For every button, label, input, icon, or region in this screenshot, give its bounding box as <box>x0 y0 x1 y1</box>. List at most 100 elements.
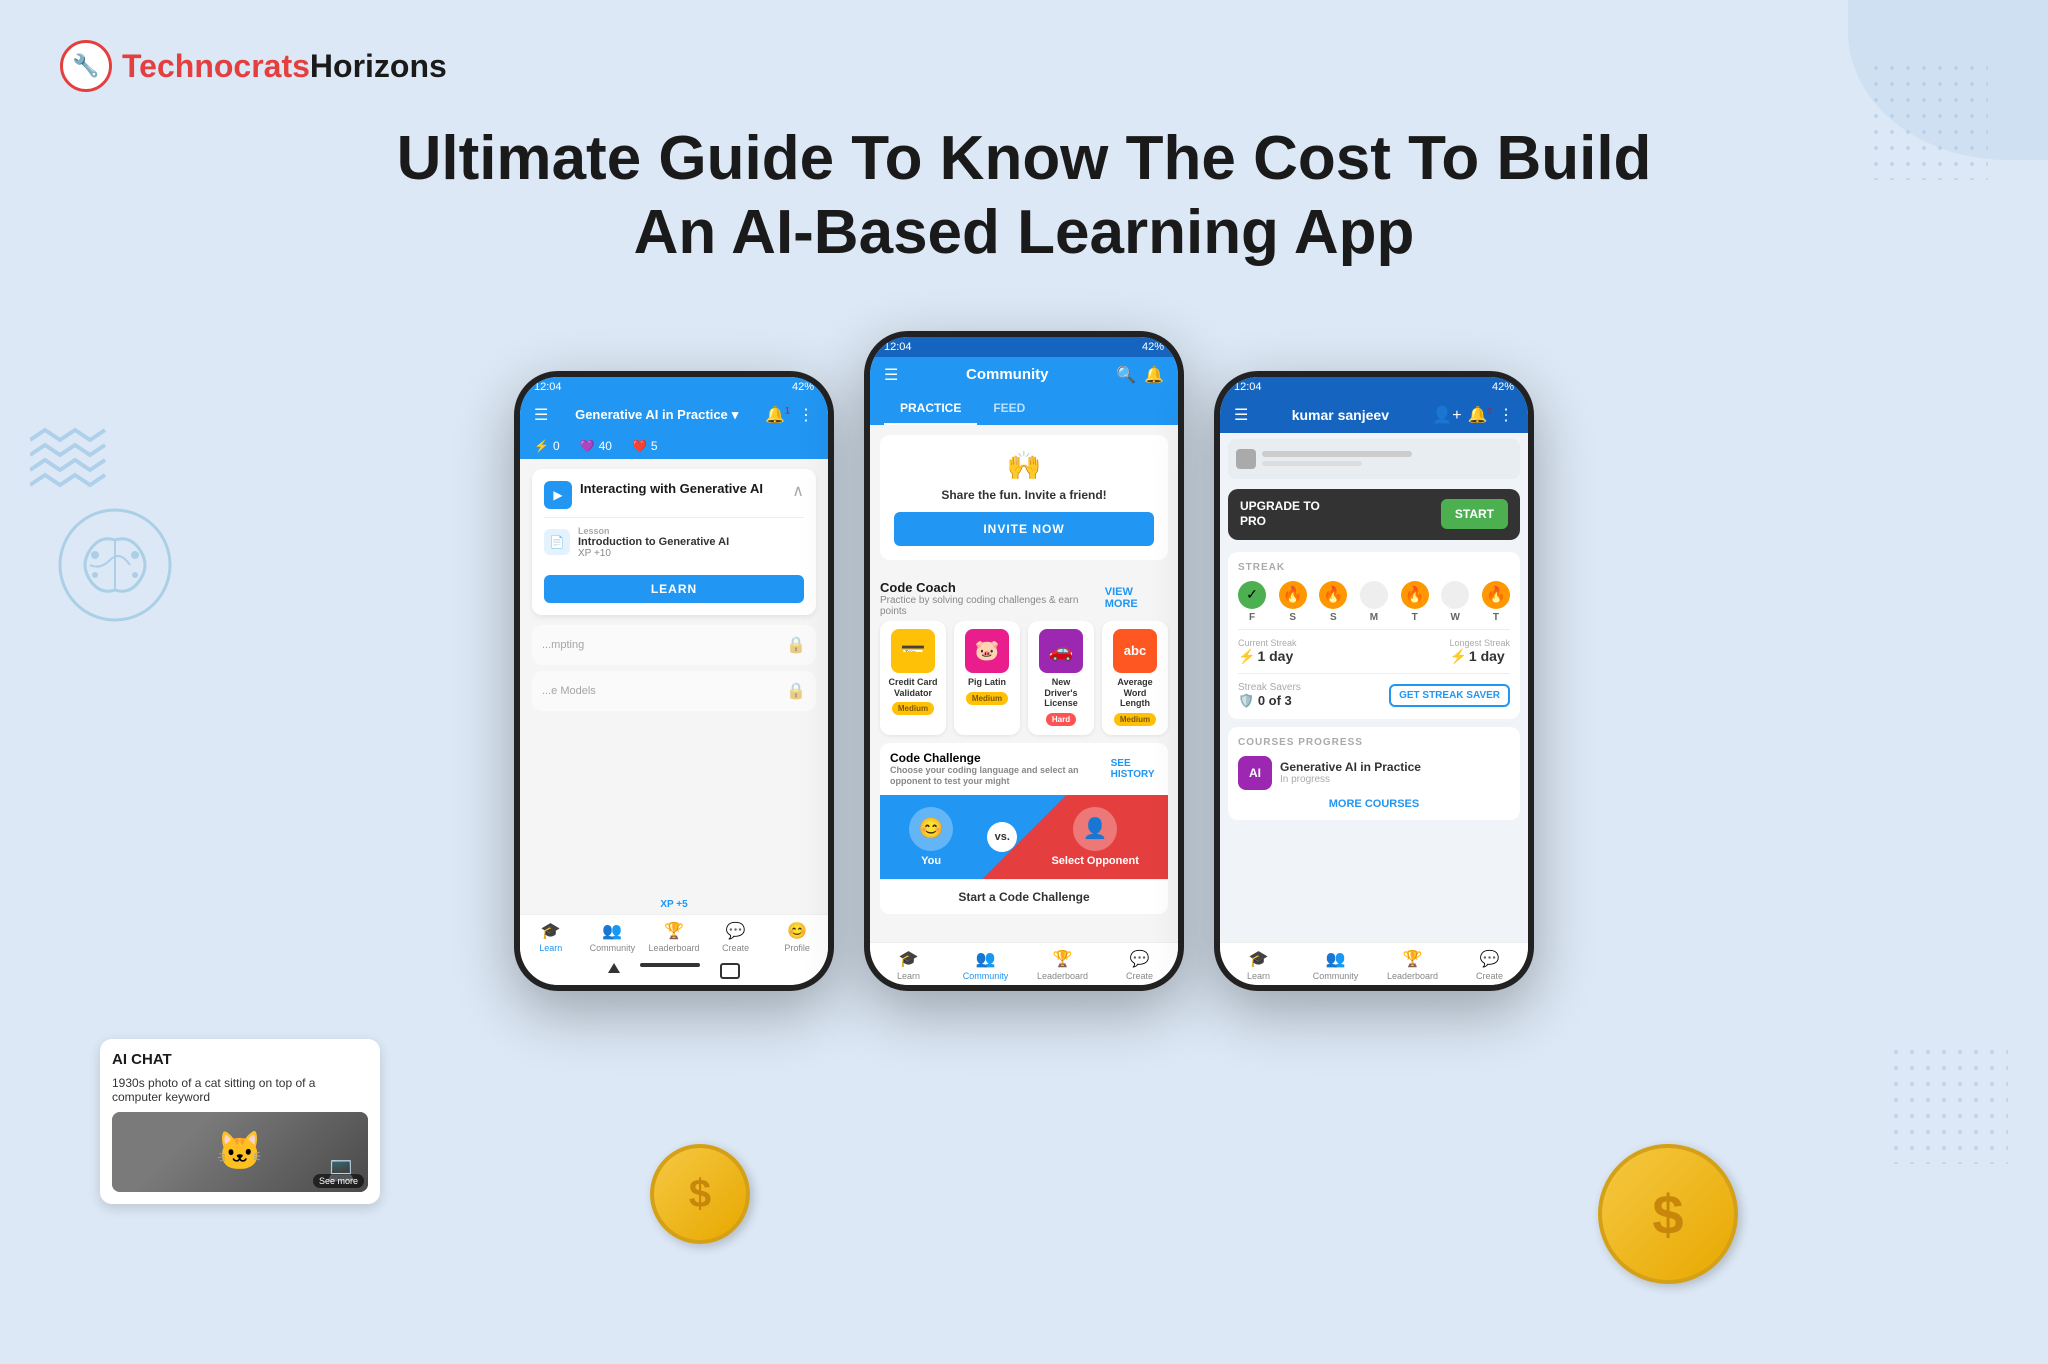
streak-label: STREAK <box>1238 562 1510 573</box>
start-challenge-btn[interactable]: Start a Code Challenge <box>880 879 1168 914</box>
view-more-link[interactable]: VIEW MORE <box>1105 586 1168 610</box>
nav-learn-2[interactable]: 🎓 Learn <box>870 949 947 981</box>
logo-text: TechnocratsHorizons <box>122 48 447 85</box>
streak-day-f: ✓ F <box>1238 581 1266 623</box>
nav-community-2[interactable]: 👥 Community <box>947 949 1024 981</box>
play-btn[interactable]: ▶ <box>544 481 572 509</box>
recents-btn[interactable] <box>720 963 740 979</box>
courses-label: COURSES PROGRESS <box>1238 737 1510 748</box>
p2-tabs: PRACTICE FEED <box>870 393 1178 425</box>
learn-icon-2: 🎓 <box>899 949 919 969</box>
player-you-avatar: 😊 <box>909 807 953 851</box>
create-icon-2: 💬 <box>1130 949 1150 969</box>
more-courses-link[interactable]: MORE COURSES <box>1238 790 1510 810</box>
community-icon-2: 👥 <box>976 949 996 969</box>
nav-leaderboard[interactable]: 🏆 Leaderboard <box>643 921 705 953</box>
bell-icon[interactable]: 🔔1 <box>765 405 790 425</box>
nav-profile[interactable]: 😊 Profile <box>766 921 828 953</box>
start-upgrade-btn[interactable]: START <box>1441 499 1508 529</box>
logo-wrap: 🔧 TechnocratsHorizons <box>60 40 447 92</box>
title-line1: Ultimate Guide To Know The Cost To Build <box>140 122 1908 196</box>
nav-create-2[interactable]: 💬 Create <box>1101 949 1178 981</box>
challenge-credit-card[interactable]: 💳 Credit Card Validator Medium <box>880 621 946 735</box>
tab-feed[interactable]: FEED <box>977 393 1041 425</box>
see-history-link[interactable]: SEE HISTORY <box>1111 758 1158 780</box>
trophy-icon-2: 🏆 <box>1053 949 1073 969</box>
phone-2-screen: 12:04 42% ☰ Community 🔍 🔔 PRACTICE FEED <box>870 337 1178 985</box>
phone-1-screen: 12:04 42% ☰ Generative AI in Practice ▾ … <box>520 377 828 985</box>
create-icon: 💬 <box>726 921 746 941</box>
versus-card: 😊 You vs. 👤 Select Opponent <box>880 795 1168 879</box>
menu-icon-2[interactable]: ☰ <box>884 365 898 385</box>
dropdown-icon[interactable]: ▾ <box>732 407 739 423</box>
streak-circle-s2: 🔥 <box>1319 581 1347 609</box>
p3-username: kumar sanjeev <box>1292 407 1389 423</box>
menu-icon[interactable]: ☰ <box>534 405 548 425</box>
p2-content: 🙌 Share the fun. Invite a friend! INVITE… <box>870 425 1178 942</box>
collapse-icon[interactable]: ∧ <box>792 481 804 501</box>
tab-practice[interactable]: PRACTICE <box>884 393 977 425</box>
player-opponent-name: Select Opponent <box>1051 855 1138 867</box>
streak-circle-f: ✓ <box>1238 581 1266 609</box>
home-btn[interactable] <box>640 963 700 967</box>
see-more-btn[interactable]: See more <box>313 1174 364 1188</box>
streak-day-t2: 🔥 T <box>1482 581 1510 623</box>
course-title: Interacting with Generative AI <box>580 481 784 496</box>
learn-btn[interactable]: LEARN <box>544 575 804 603</box>
player-opponent-avatar: 👤 <box>1073 807 1117 851</box>
get-streak-saver-btn[interactable]: GET STREAK SAVER <box>1389 684 1510 707</box>
bell-icon-3[interactable]: 🔔1 <box>1468 405 1492 425</box>
vs-badge: vs. <box>987 822 1017 852</box>
streak-day-s1: 🔥 S <box>1279 581 1307 623</box>
p1-content: ▶ Interacting with Generative AI ∧ 📄 Les… <box>520 459 828 895</box>
deco-dots-br <box>1888 1044 2008 1164</box>
nav-create[interactable]: 💬 Create <box>705 921 767 953</box>
learn-icon-3: 🎓 <box>1249 949 1269 969</box>
more-icon[interactable]: ⋮ <box>798 405 814 425</box>
ai-chat-query: 1930s photo of a cat sitting on top of a… <box>112 1076 368 1104</box>
upgrade-text: UPGRADE TO PRO <box>1240 499 1320 530</box>
main-title: Ultimate Guide To Know The Cost To Build… <box>60 122 1988 271</box>
phone-nav-2: 🎓 Learn 👥 Community 🏆 Leaderboard 💬 Crea… <box>870 942 1178 985</box>
credit-card-icon: 💳 <box>891 629 935 673</box>
invite-now-btn[interactable]: INVITE NOW <box>894 512 1154 546</box>
streak-day-t1: 🔥 T <box>1401 581 1429 623</box>
nav-community[interactable]: 👥 Community <box>582 921 644 953</box>
challenge-pig-latin[interactable]: 🐷 Pig Latin Medium <box>954 621 1020 735</box>
invite-text: Share the fun. Invite a friend! <box>894 488 1154 502</box>
learn-icon: 🎓 <box>541 921 561 941</box>
add-friend-icon[interactable]: 👤+ <box>1432 405 1461 425</box>
nav-leaderboard-2[interactable]: 🏆 Leaderboard <box>1024 949 1101 981</box>
code-coach-header: Code Coach Practice by solving coding ch… <box>870 570 1178 621</box>
header: 🔧 TechnocratsHorizons <box>60 40 1988 92</box>
search-icon[interactable]: 🔍 <box>1116 365 1136 385</box>
code-challenge-title: Code Challenge <box>890 751 1111 765</box>
back-btn[interactable] <box>608 963 620 973</box>
nav-community-3[interactable]: 👥 Community <box>1297 949 1374 981</box>
menu-icon-3[interactable]: ☰ <box>1234 405 1248 425</box>
course-progress-name: Generative AI in Practice <box>1280 760 1510 774</box>
phones-container: 12:04 42% ☰ Generative AI in Practice ▾ … <box>60 331 1988 991</box>
code-coach-subtitle: Practice by solving coding challenges & … <box>880 595 1105 617</box>
code-challenge-section: Code Challenge Choose your coding langua… <box>880 743 1168 914</box>
challenge-drivers-license[interactable]: 🚗 New Driver's License Hard <box>1028 621 1094 735</box>
bell-icon-2[interactable]: 🔔 <box>1144 365 1164 385</box>
longest-streak: Longest Streak ⚡1 day <box>1449 638 1510 665</box>
code-challenge-subtitle: Choose your coding language and select a… <box>890 765 1111 787</box>
nav-leaderboard-3[interactable]: 🏆 Leaderboard <box>1374 949 1451 981</box>
coin-right-icon: $ <box>1598 1144 1738 1284</box>
lesson-info: Lesson Introduction to Generative AI XP … <box>578 526 804 559</box>
upgrade-banner: UPGRADE TO PRO START <box>1228 489 1520 540</box>
streak-saver-row: Streak Savers 🛡️ 0 of 3 GET STREAK SAVER <box>1238 673 1510 709</box>
more-icon-3[interactable]: ⋮ <box>1498 405 1514 425</box>
challenges-row: 💳 Credit Card Validator Medium 🐷 Pig Lat… <box>870 621 1178 743</box>
status-bar-1: 12:04 42% <box>520 377 828 397</box>
nav-create-3[interactable]: 💬 Create <box>1451 949 1528 981</box>
logo-text-red: Technocrats <box>122 48 310 84</box>
challenge-word-length[interactable]: abc Average Word Length Medium <box>1102 621 1168 735</box>
drivers-license-icon: 🚗 <box>1039 629 1083 673</box>
phone-nav-3: 🎓 Learn 👥 Community 🏆 Leaderboard 💬 Crea… <box>1220 942 1528 985</box>
nav-learn-3[interactable]: 🎓 Learn <box>1220 949 1297 981</box>
courses-section: COURSES PROGRESS AI Generative AI in Pra… <box>1228 727 1520 820</box>
nav-learn[interactable]: 🎓 Learn <box>520 921 582 953</box>
